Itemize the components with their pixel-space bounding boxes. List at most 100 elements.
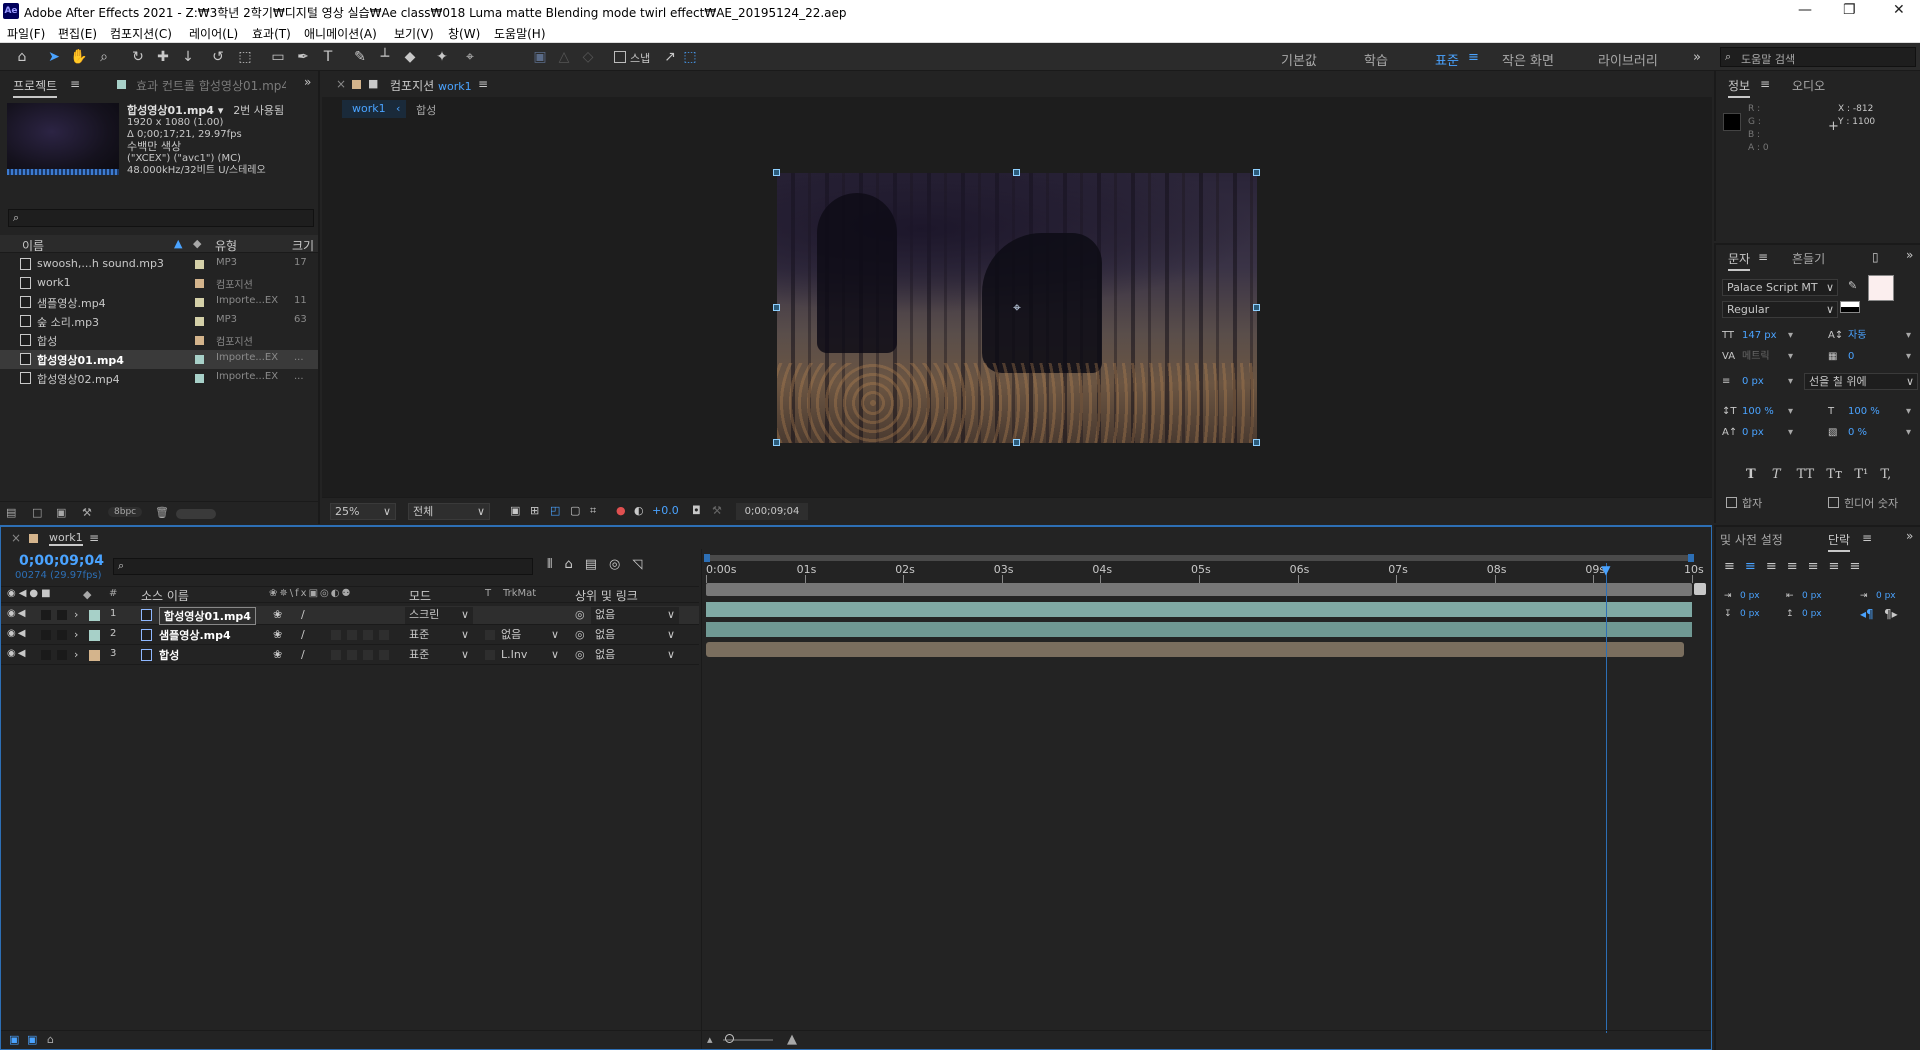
switch-slot[interactable] — [363, 630, 373, 640]
rtl-direction-icon[interactable]: ¶▸ — [1884, 605, 1898, 623]
project-item[interactable]: 샘플영상.mp4 Importe...EX 11 — [0, 293, 318, 312]
comp-end-marker[interactable] — [1694, 583, 1706, 595]
zoom-slider-knob[interactable] — [725, 1034, 734, 1043]
layer-label-swatch[interactable] — [89, 650, 100, 661]
maximize-icon[interactable]: ❐ — [1843, 2, 1856, 18]
layer-duration-bar[interactable] — [706, 642, 1684, 657]
layer-row[interactable]: ◉◀ › 2 샘플영상.mp4 ❀ ∕ 표준 ∨ 없음 ∨ ◎ 없음 ∨ — [1, 626, 699, 645]
tab-effects-presets[interactable]: 및 사전 설정 — [1720, 531, 1783, 548]
font-size-value[interactable]: 147 px — [1742, 325, 1777, 346]
layer-mode-dropdown[interactable]: 스크린 ∨ — [405, 607, 473, 624]
switch-slot[interactable] — [331, 630, 341, 640]
work-area-bar[interactable] — [706, 583, 1692, 596]
snap-checkbox[interactable] — [614, 51, 626, 63]
type-tool-icon[interactable]: T — [318, 47, 338, 67]
layer-search-input[interactable]: ⌕ — [113, 558, 533, 575]
help-search-input[interactable]: ⌕ 도움말 검색 — [1720, 47, 1916, 67]
column-parent[interactable]: 상위 및 링크 — [575, 587, 638, 604]
column-trkmat[interactable]: TrkMat — [503, 588, 536, 599]
time-navigator[interactable] — [706, 555, 1694, 561]
toggle-switches-icon[interactable]: ▣ — [9, 1033, 19, 1046]
tab-wiggler[interactable]: 흔들기 — [1792, 250, 1825, 267]
stroke-width-value[interactable]: 0 px — [1742, 371, 1764, 392]
project-search-input[interactable]: ⌕ — [8, 209, 314, 227]
switch-slot[interactable] — [379, 650, 389, 660]
project-item[interactable]: swoosh,...h sound.mp3 MP3 17 — [0, 255, 318, 274]
bound-handle[interactable] — [773, 439, 780, 446]
layer-label-swatch[interactable] — [89, 610, 100, 621]
selection-tool-icon[interactable]: ➤ — [44, 47, 64, 67]
project-item-label[interactable] — [195, 374, 204, 383]
brush-tool-icon[interactable]: ✎ — [350, 47, 370, 67]
switch-slot[interactable] — [363, 610, 373, 620]
solo-toggle[interactable] — [41, 630, 51, 640]
grid-guides-icon[interactable]: ⌗ — [590, 504, 596, 518]
layer-label-swatch[interactable] — [89, 630, 100, 641]
menu-effect[interactable]: 효과(T) — [252, 25, 291, 42]
bound-handle[interactable] — [1253, 304, 1260, 311]
workspace-learn[interactable]: 학습 — [1364, 50, 1388, 69]
column-source-name[interactable]: 소스 이름 — [141, 587, 189, 604]
shy-switch-icon[interactable]: ❀ — [273, 628, 282, 641]
project-item[interactable]: work1 컴포지션 — [0, 274, 318, 293]
ligature-checkbox[interactable] — [1726, 497, 1737, 508]
bound-handle[interactable] — [773, 304, 780, 311]
workspace-default[interactable]: 기본값 — [1281, 50, 1317, 69]
layer-parent-dropdown[interactable]: 없음 ∨ — [591, 647, 679, 664]
space-after-value[interactable]: 0 px — [1802, 605, 1822, 623]
switch-slot[interactable] — [347, 610, 357, 620]
local-axis-icon[interactable]: ▣ — [530, 47, 550, 67]
switch-slot[interactable] — [347, 650, 357, 660]
close-tab-icon[interactable]: × — [11, 531, 21, 545]
layer-name[interactable]: 합성 — [159, 647, 179, 663]
workspace-overflow-icon[interactable]: » — [1693, 50, 1701, 65]
color-channels-icon[interactable]: ● — [616, 504, 626, 517]
orbit-tool-icon[interactable]: ↻ — [128, 47, 148, 67]
expand-chevron-icon[interactable]: › — [74, 608, 78, 621]
delete-icon[interactable]: 🗑 — [155, 506, 169, 519]
close-icon[interactable]: ✕ — [1893, 2, 1905, 18]
layer-row[interactable]: ◉◀ › 3 합성 ❀ ∕ 표준 ∨ L.Inv ∨ ◎ 없음 ∨ — [1, 646, 699, 665]
bound-handle[interactable] — [1013, 169, 1020, 176]
quality-switch-icon[interactable]: ∕ — [301, 648, 305, 661]
project-item[interactable]: 합성영상02.mp4 Importe...EX... — [0, 369, 318, 388]
bpc-button[interactable]: 8bpc — [108, 507, 143, 517]
project-item-label[interactable] — [195, 317, 204, 326]
project-item[interactable]: 합성영상01.mp4 Importe...EX... — [0, 350, 318, 369]
layer-parent-dropdown[interactable]: 없음 ∨ — [591, 607, 679, 624]
world-axis-icon[interactable]: △ — [554, 47, 574, 67]
breadcrumb-hapsung[interactable]: 합성 — [416, 102, 436, 118]
layer-duration-bar[interactable] — [706, 622, 1692, 637]
visibility-icon[interactable]: ◉◀ — [7, 628, 27, 639]
font-style-dropdown[interactable]: Regular ∨ — [1722, 301, 1838, 318]
viewer-timecode[interactable]: 0;00;09;04 — [736, 503, 808, 520]
fill-color-swatch[interactable] — [1868, 275, 1894, 301]
menu-help[interactable]: 도움말(H) — [494, 25, 546, 42]
preserve-transparency-toggle[interactable] — [485, 610, 495, 620]
tsume-value[interactable]: 0 % — [1848, 422, 1867, 443]
anchor-tool-icon[interactable]: ⬚ — [235, 47, 255, 67]
solo-toggle[interactable] — [41, 650, 51, 660]
info-menu-icon[interactable]: ≡ — [1760, 77, 1770, 91]
space-before-value[interactable]: 0 px — [1740, 605, 1760, 623]
stroke-type-dropdown[interactable]: 선을 칠 위에 ∨ — [1804, 373, 1918, 390]
switch-slot[interactable] — [379, 610, 389, 620]
roto-brush-icon[interactable]: ✦ — [432, 47, 452, 67]
small-caps-button[interactable]: Tт — [1826, 467, 1842, 482]
motion-blur-icon[interactable]: ◎ — [609, 557, 632, 572]
switch-slot[interactable] — [379, 630, 389, 640]
tab-character[interactable]: 문자 — [1728, 250, 1751, 271]
layer-row[interactable]: ◉◀ › 1 합성영상01.mp4 ❀ ∕ 스크린 ∨ ◎ 없음 ∨ — [1, 606, 699, 625]
switch-slot[interactable] — [363, 650, 373, 660]
view-axis-icon[interactable]: ◇ — [578, 47, 598, 67]
menu-window[interactable]: 창(W) — [448, 25, 480, 42]
snap-target-icon[interactable]: ⬚ — [680, 47, 700, 67]
panel-overflow-icon[interactable]: » — [1906, 248, 1913, 262]
region-of-interest-icon[interactable]: ▢ — [570, 504, 580, 517]
bound-handle[interactable] — [1253, 439, 1260, 446]
shy-switch-icon[interactable]: ❀ — [273, 608, 282, 621]
column-t[interactable]: T — [485, 588, 491, 599]
navigator-start-handle[interactable] — [704, 554, 710, 562]
reset-exposure-icon[interactable]: ◐ — [634, 504, 644, 517]
preserve-transparency-toggle[interactable] — [485, 630, 495, 640]
